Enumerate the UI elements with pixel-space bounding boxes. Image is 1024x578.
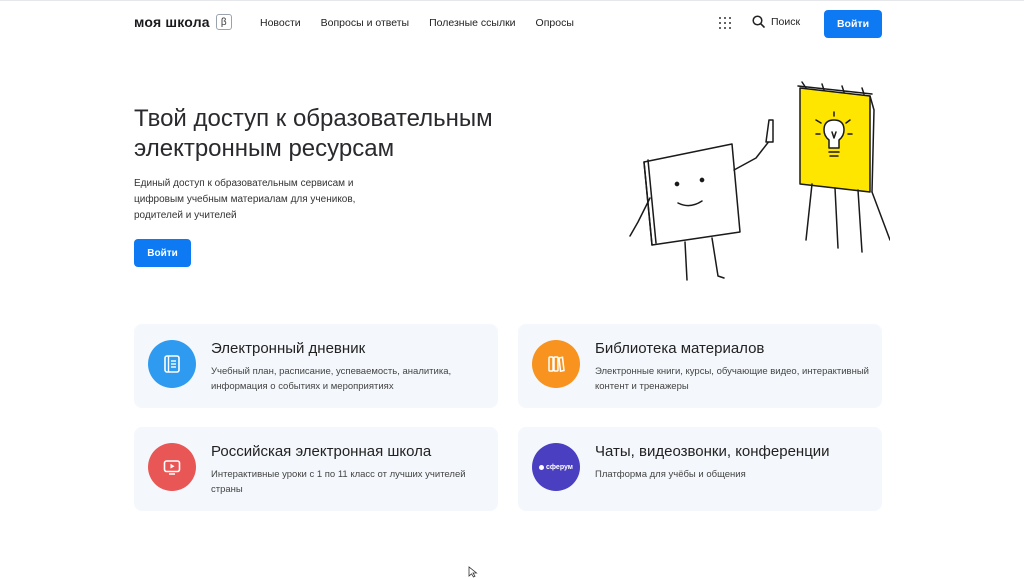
card-materials-library[interactable]: Библиотека материалов Электронные книги,…: [518, 324, 882, 408]
apps-grid-icon[interactable]: [719, 17, 731, 29]
main-nav: Новости Вопросы и ответы Полезные ссылки…: [260, 17, 574, 29]
card-title: Российская электронная школа: [211, 443, 432, 460]
mouse-cursor-icon: [468, 566, 478, 578]
card-sferum[interactable]: сферум Чаты, видеозвонки, конференции Пл…: [518, 427, 882, 511]
logo-text: моя школа: [134, 14, 210, 30]
card-description: Интерактивные уроки с 1 по 11 класс от л…: [211, 469, 466, 495]
search-button[interactable]: Поиск: [752, 15, 800, 28]
hero-description: Единый доступ к образовательным сервисам…: [134, 178, 356, 221]
card-description: Учебный план, расписание, успеваемость, …: [211, 366, 452, 392]
hero-title-line2: электронным ресурсам: [134, 135, 395, 162]
sferum-logo-text: сферум: [546, 463, 573, 471]
video-play-icon: [148, 443, 196, 491]
card-russian-e-school[interactable]: Российская электронная школа Интерактивн…: [134, 427, 498, 511]
nav-polls[interactable]: Опросы: [536, 17, 574, 29]
card-description: Платформа для учёбы и общения: [595, 469, 746, 480]
books-icon: [532, 340, 580, 388]
login-button-hero[interactable]: Войти: [134, 239, 191, 267]
card-electronic-diary[interactable]: Электронный дневник Учебный план, распис…: [134, 324, 498, 408]
site-logo[interactable]: моя школа β: [134, 14, 232, 30]
diary-icon: [148, 340, 196, 388]
hero-illustration: [629, 81, 890, 281]
header: моя школа β Новости Вопросы и ответы Пол…: [0, 0, 1024, 48]
hero-title-line1: Твой доступ к образовательным: [134, 105, 493, 132]
card-title: Электронный дневник: [211, 340, 366, 357]
nav-useful-links[interactable]: Полезные ссылки: [429, 17, 515, 29]
nav-news[interactable]: Новости: [260, 17, 301, 29]
card-title: Чаты, видеозвонки, конференции: [595, 443, 830, 460]
login-button-header[interactable]: Войти: [824, 10, 882, 38]
card-title: Библиотека материалов: [595, 340, 765, 357]
sferum-dot-icon: [539, 464, 544, 470]
hero-title: Твой доступ к образовательным электронны…: [134, 104, 554, 164]
nav-faq[interactable]: Вопросы и ответы: [321, 17, 409, 29]
sferum-logo: сферум: [532, 443, 580, 491]
beta-badge: β: [215, 14, 232, 30]
search-label: Поиск: [771, 15, 801, 28]
card-description: Электронные книги, курсы, обучающие виде…: [595, 366, 869, 392]
search-icon: [752, 15, 765, 28]
